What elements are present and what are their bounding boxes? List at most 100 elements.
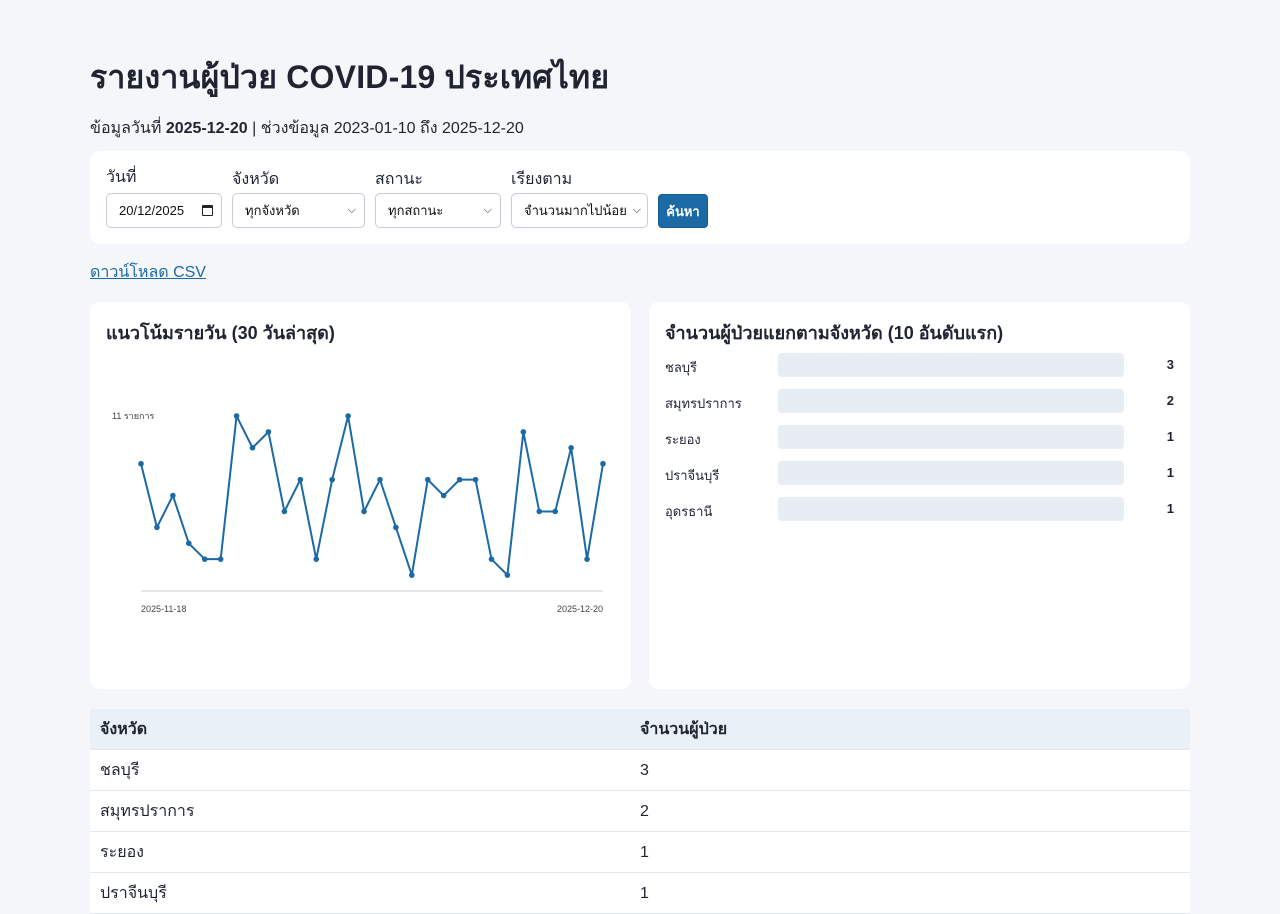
sort-label: เรียงตาม	[511, 171, 573, 188]
province-cell: สมุทรปราการ	[100, 803, 195, 820]
province-cell: ระยอง	[100, 844, 144, 861]
province-bars-title: จำนวนผู้ป่วยแยกตามจังหวัด (10 อันดับแรก)	[665, 323, 1004, 343]
page-subtitle: ข้อมูลวันที่ 2025-12-20 | ช่วงข้อมูล 202…	[90, 116, 524, 141]
trend-point	[329, 476, 335, 483]
subtitle-prefix: ข้อมูลวันที่	[90, 120, 162, 137]
trend-point	[584, 556, 590, 562]
trend-point	[568, 445, 574, 451]
bar-fill	[778, 497, 894, 521]
province-bar-row: สมุทรปราการ 2	[665, 389, 1174, 413]
trend-point	[170, 492, 176, 499]
trend-point	[393, 524, 399, 531]
trend-point	[488, 556, 495, 562]
province-bar-row: ระยอง 1	[665, 425, 1174, 449]
bar-fill	[778, 389, 1009, 413]
province-bar-row: ชลบุรี 3	[665, 353, 1174, 377]
province-bar-row: ปราจีนบุรี 1	[665, 461, 1174, 485]
trend-point	[313, 556, 320, 562]
y-max-label: 11 รายการ	[112, 411, 155, 421]
bar-track	[778, 389, 1124, 413]
status-label: สถานะ	[375, 171, 423, 188]
trend-point	[201, 556, 208, 562]
subtitle-range: | ช่วงข้อมูล 2023-01-10 ถึง 2025-12-20	[252, 120, 524, 137]
trend-point	[456, 476, 463, 483]
table-row: ปราจีนบุรี 1	[90, 873, 1190, 914]
trend-point	[552, 508, 559, 515]
trend-point	[138, 460, 144, 467]
filter-panel: วันที่ 20/12/2025 จังหวัด ทุกจังหวัด ⌵ ส…	[90, 151, 1190, 244]
bar-fill	[778, 461, 894, 485]
bar-value: 1	[1166, 429, 1174, 444]
province-label: จังหวัด	[232, 171, 280, 188]
trend-point	[377, 476, 383, 483]
bar-label: ระยอง	[665, 432, 701, 447]
table-row: สมุทรปราการ 2	[90, 791, 1190, 832]
trend-point	[154, 524, 160, 531]
bar-fill	[778, 425, 894, 449]
download-csv-link[interactable]: ดาวน์โหลด CSV	[90, 260, 206, 285]
bar-label: อุดรธานี	[665, 504, 713, 519]
trend-line	[140, 412, 604, 578]
province-value: ทุกจังหวัด	[245, 203, 300, 218]
status-filter: สถานะ	[375, 167, 423, 189]
province-cell: ปราจีนบุรี	[100, 885, 167, 902]
bar-value: 1	[1166, 465, 1174, 480]
trend-point	[409, 572, 415, 578]
trend-point	[217, 556, 224, 562]
table-row: ระยอง 1	[90, 832, 1190, 873]
trend-point	[297, 476, 304, 483]
trend-point	[520, 429, 527, 435]
trend-point	[345, 413, 351, 419]
status-value: ทุกสถานะ	[388, 203, 444, 218]
sort-value: จำนวนมากไปน้อย	[524, 203, 627, 218]
province-cell: ชลบุรี	[100, 762, 140, 779]
province-select[interactable]: ทุกจังหวัด ⌵	[232, 193, 365, 228]
trend-point	[265, 429, 272, 435]
trend-point	[281, 508, 288, 515]
bar-fill	[778, 353, 1124, 377]
province-bar-row: อุดรธานี 1	[665, 497, 1174, 521]
date-value: 20/12/2025	[119, 203, 185, 218]
table-row: ชลบุรี 3	[90, 750, 1190, 791]
trend-point	[185, 540, 192, 547]
bar-label: สมุทรปราการ	[665, 396, 742, 411]
x-end-label: 2025-12-20	[557, 604, 603, 614]
trend-point	[504, 572, 511, 578]
daily-trend-chart: 11 รายการ 2025-11-18 2025-12-20	[112, 411, 606, 614]
bar-track	[778, 461, 1124, 485]
patients-cell: 3	[640, 762, 649, 779]
bar-value: 3	[1166, 357, 1174, 372]
patients-cell: 1	[640, 844, 649, 861]
bar-value: 1	[1166, 501, 1174, 516]
trend-point	[233, 413, 240, 419]
page-title: รายงานผู้ป่วย COVID-19 ประเทศไทย	[90, 59, 610, 95]
table-body: ชลบุรี 3 สมุทรปราการ 2 ระยอง 1 ปราจีนบุรี 1	[90, 750, 1190, 914]
trend-point	[536, 508, 543, 515]
x-start-label: 2025-11-18	[141, 604, 186, 614]
date-label: วันที่	[106, 169, 137, 186]
trend-point	[249, 445, 256, 451]
chevron-down-icon: ⌵	[483, 204, 492, 216]
data-date: 2025-12-20	[165, 120, 248, 137]
table-header: จังหวัด จำนวนผู้ป่วย	[90, 709, 1190, 750]
trend-point	[472, 476, 479, 483]
bar-value: 2	[1166, 393, 1174, 408]
chevron-down-icon: ⌵	[632, 204, 641, 216]
patients-cell: 1	[640, 885, 649, 902]
trend-point	[361, 508, 367, 515]
search-button[interactable]: ค้นหา	[658, 194, 708, 228]
date-filter: วันที่	[106, 167, 136, 189]
date-input[interactable]: 20/12/2025	[106, 193, 222, 228]
sort-select[interactable]: จำนวนมากไปน้อย ⌵	[511, 193, 648, 228]
province-bars-card: จำนวนผู้ป่วยแยกตามจังหวัด (10 อันดับแรก)…	[649, 302, 1190, 689]
bar-label: ปราจีนบุรี	[665, 468, 720, 483]
chevron-down-icon: ⌵	[347, 204, 356, 216]
trend-point	[440, 492, 447, 499]
bar-track	[778, 497, 1124, 521]
daily-trend-card: แนวโน้มรายวัน (30 วันล่าสุด) 11 รายการ 20…	[90, 302, 631, 689]
province-table: จังหวัด จำนวนผู้ป่วย ชลบุรี 3 สมุทรปราการ 2…	[90, 709, 1190, 914]
calendar-icon[interactable]	[202, 205, 213, 216]
trend-point	[424, 476, 431, 483]
status-select[interactable]: ทุกสถานะ ⌵	[375, 193, 501, 228]
bar-track	[778, 353, 1124, 377]
